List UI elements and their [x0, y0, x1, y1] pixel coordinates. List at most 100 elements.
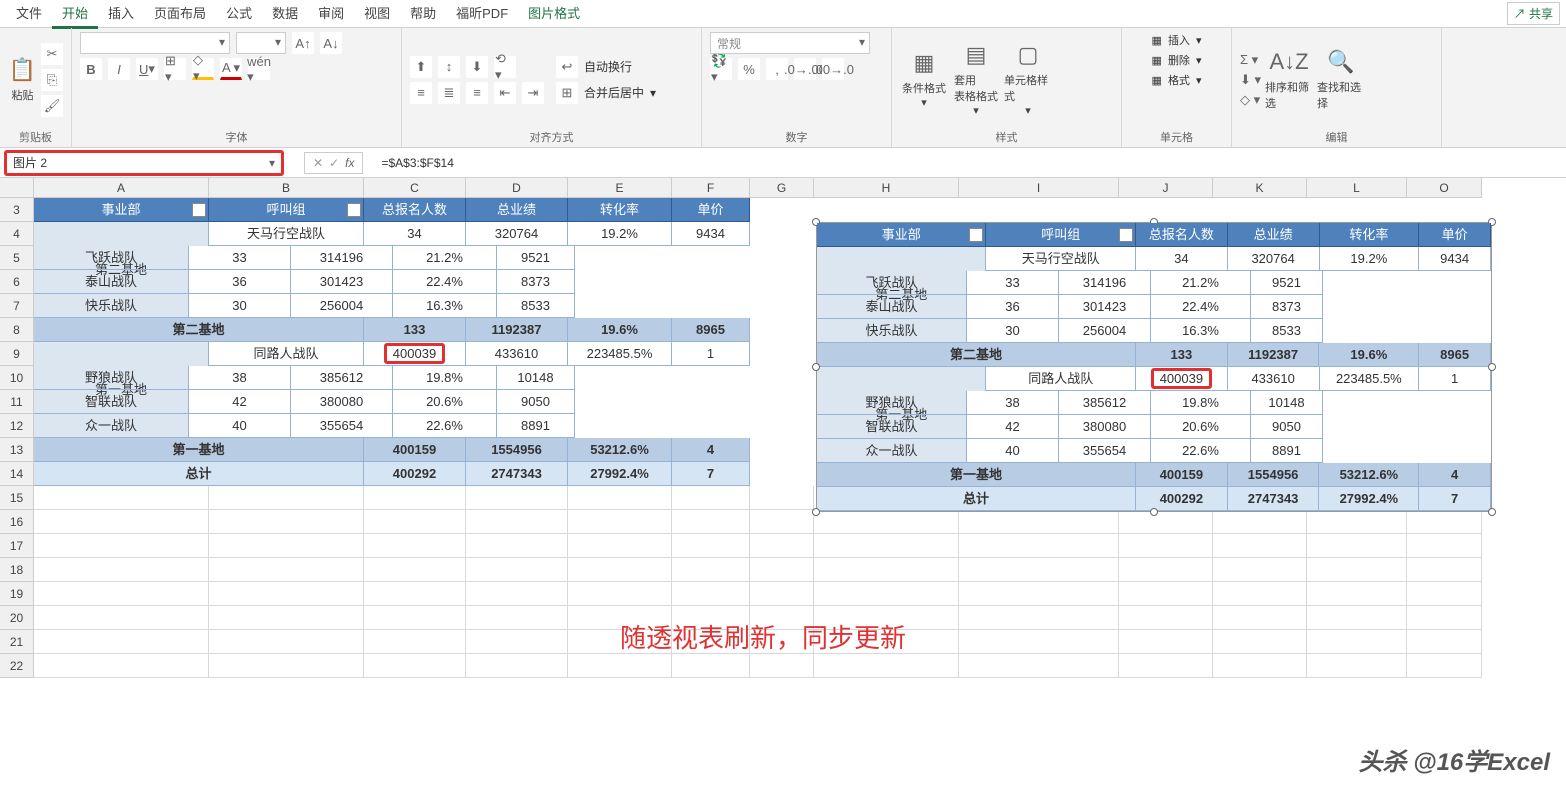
align-bottom-icon[interactable]: ⬇: [466, 56, 488, 78]
format-painter-icon[interactable]: 🖌: [41, 95, 63, 117]
row-header[interactable]: 8: [0, 318, 34, 342]
empty-cell[interactable]: [672, 582, 750, 606]
font-color-button[interactable]: A ▾: [220, 58, 242, 80]
menu-item[interactable]: 文件: [6, 0, 52, 29]
empty-cell[interactable]: [1213, 654, 1307, 678]
empty-cell[interactable]: [364, 558, 466, 582]
linked-picture[interactable]: 事业部▾呼叫组▾总报名人数总业绩转化率单价第二基地天马行空战队343207641…: [816, 222, 1492, 512]
empty-cell[interactable]: [466, 486, 568, 510]
empty-cell[interactable]: [364, 486, 466, 510]
row-header[interactable]: 3: [0, 198, 34, 222]
number-format-select[interactable]: 常规: [710, 32, 870, 54]
empty-cell[interactable]: [750, 486, 814, 510]
empty-cell[interactable]: [364, 606, 466, 630]
fill-icon[interactable]: ⬇ ▾: [1240, 72, 1261, 88]
empty-cell[interactable]: [1407, 510, 1482, 534]
empty-cell[interactable]: [34, 654, 209, 678]
menu-item[interactable]: 页面布局: [144, 0, 216, 29]
empty-cell[interactable]: [1119, 654, 1213, 678]
align-middle-icon[interactable]: ↕: [438, 56, 460, 78]
insert-button[interactable]: ▦ 插入 ▾: [1152, 32, 1202, 48]
row-header[interactable]: 16: [0, 510, 34, 534]
menu-item[interactable]: 图片格式: [518, 0, 590, 29]
autosum-icon[interactable]: Σ ▾: [1240, 52, 1261, 68]
empty-cell[interactable]: [209, 606, 364, 630]
empty-cell[interactable]: [814, 558, 959, 582]
merge-icon[interactable]: ⊞: [556, 82, 578, 104]
empty-cell[interactable]: [1307, 606, 1407, 630]
empty-cell[interactable]: [1407, 606, 1482, 630]
row-header[interactable]: 22: [0, 654, 34, 678]
underline-button[interactable]: U ▾: [136, 58, 158, 80]
phonetic-button[interactable]: wén ▾: [248, 58, 270, 80]
empty-cell[interactable]: [209, 534, 364, 558]
empty-cell[interactable]: [1213, 558, 1307, 582]
empty-cell[interactable]: [466, 606, 568, 630]
column-header[interactable]: H: [814, 178, 959, 198]
empty-cell[interactable]: [209, 558, 364, 582]
empty-cell[interactable]: [814, 654, 959, 678]
empty-cell[interactable]: [1213, 534, 1307, 558]
border-button[interactable]: ⊞ ▾: [164, 58, 186, 80]
empty-cell[interactable]: [364, 582, 466, 606]
decrease-decimal-icon[interactable]: .00→.0: [822, 58, 844, 80]
column-header[interactable]: O: [1407, 178, 1482, 198]
empty-cell[interactable]: [1307, 654, 1407, 678]
empty-cell[interactable]: [466, 534, 568, 558]
row-header[interactable]: 14: [0, 462, 34, 486]
menu-item[interactable]: 数据: [262, 0, 308, 29]
column-header[interactable]: C: [364, 178, 466, 198]
empty-cell[interactable]: [209, 654, 364, 678]
resize-handle[interactable]: [812, 508, 820, 516]
row-header[interactable]: 4: [0, 222, 34, 246]
resize-handle[interactable]: [812, 363, 820, 371]
empty-cell[interactable]: [1307, 534, 1407, 558]
empty-cell[interactable]: [814, 510, 959, 534]
empty-cell[interactable]: [34, 558, 209, 582]
column-header[interactable]: G: [750, 178, 814, 198]
filter-icon[interactable]: ▾: [1119, 228, 1133, 242]
empty-cell[interactable]: [1407, 654, 1482, 678]
row-header[interactable]: 19: [0, 582, 34, 606]
empty-cell[interactable]: [34, 630, 209, 654]
empty-cell[interactable]: [1119, 510, 1213, 534]
row-header[interactable]: 9: [0, 342, 34, 366]
empty-cell[interactable]: [364, 630, 466, 654]
filter-icon[interactable]: ▾: [347, 203, 361, 217]
menu-item[interactable]: 开始: [52, 0, 98, 29]
column-header[interactable]: L: [1307, 178, 1407, 198]
empty-cell[interactable]: [750, 510, 814, 534]
column-header[interactable]: E: [568, 178, 672, 198]
menu-item[interactable]: 公式: [216, 0, 262, 29]
row-header[interactable]: 18: [0, 558, 34, 582]
clear-icon[interactable]: ◇ ▾: [1240, 92, 1261, 108]
cell-style-button[interactable]: ▢单元格样式▾: [1004, 45, 1052, 115]
row-header[interactable]: 12: [0, 414, 34, 438]
empty-cell[interactable]: [1407, 582, 1482, 606]
column-header[interactable]: I: [959, 178, 1119, 198]
filter-icon[interactable]: ▾: [969, 228, 983, 242]
align-center-icon[interactable]: ≣: [438, 82, 460, 104]
column-header[interactable]: A: [34, 178, 209, 198]
increase-font-icon[interactable]: A↑: [292, 32, 314, 54]
empty-cell[interactable]: [34, 534, 209, 558]
row-header[interactable]: 17: [0, 534, 34, 558]
cut-icon[interactable]: ✂: [41, 43, 63, 65]
align-right-icon[interactable]: ≡: [466, 82, 488, 104]
empty-cell[interactable]: [34, 606, 209, 630]
empty-cell[interactable]: [364, 510, 466, 534]
menu-item[interactable]: 帮助: [400, 0, 446, 29]
resize-handle[interactable]: [1150, 508, 1158, 516]
empty-cell[interactable]: [1119, 534, 1213, 558]
row-header[interactable]: 7: [0, 294, 34, 318]
empty-cell[interactable]: [1119, 558, 1213, 582]
row-header[interactable]: 13: [0, 438, 34, 462]
font-family-select[interactable]: [80, 32, 230, 54]
empty-cell[interactable]: [750, 558, 814, 582]
table-format-button[interactable]: ▤套用 表格格式▾: [952, 45, 1000, 115]
fill-color-button[interactable]: ◇ ▾: [192, 58, 214, 80]
empty-cell[interactable]: [959, 534, 1119, 558]
indent-left-icon[interactable]: ⇤: [494, 82, 516, 104]
empty-cell[interactable]: [1119, 630, 1213, 654]
menu-item[interactable]: 福昕PDF: [446, 0, 518, 29]
